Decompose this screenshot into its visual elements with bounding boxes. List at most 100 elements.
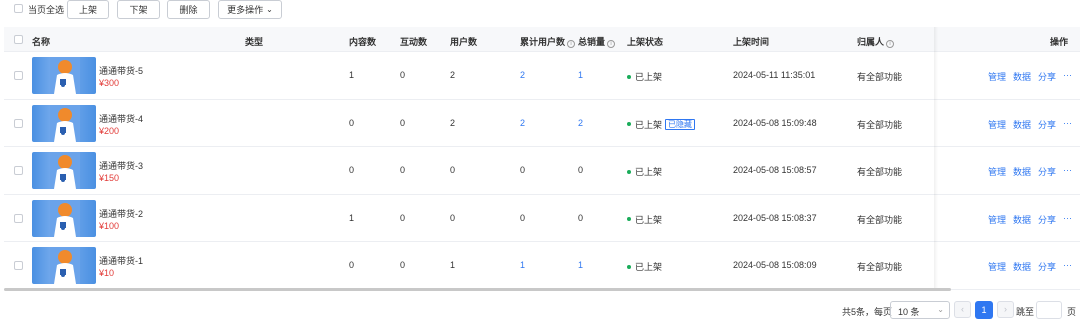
delist-button[interactable]: 下架 bbox=[117, 0, 160, 19]
table-body: 通通带货-5 ¥300 1 0 2 2 1 已上架 2024-05-11 11:35:01 有全部… bbox=[4, 52, 1080, 290]
info-icon[interactable]: i bbox=[607, 40, 616, 48]
page-number-current[interactable]: 1 bbox=[975, 301, 993, 319]
manage-link[interactable]: 管理 bbox=[988, 70, 1006, 83]
header-content-count: 内容数 bbox=[349, 37, 377, 47]
info-icon[interactable]: i bbox=[567, 40, 576, 48]
delete-button[interactable]: 删除 bbox=[167, 0, 210, 19]
row-actions: 管理 数据 分享 ··· bbox=[988, 165, 1072, 178]
share-link[interactable]: 分享 bbox=[1038, 70, 1056, 83]
header-total-sales-label: 总销量 bbox=[578, 37, 606, 47]
more-icon[interactable]: ··· bbox=[1063, 213, 1072, 226]
page-size-select[interactable]: 10 条 ⌄ bbox=[890, 301, 950, 319]
content-count: 0 bbox=[349, 260, 355, 270]
product-name[interactable]: 通通带货-1 bbox=[99, 254, 143, 267]
info-icon[interactable]: i bbox=[886, 40, 895, 48]
listing-status-label: 已上架 bbox=[635, 72, 663, 82]
share-link[interactable]: 分享 bbox=[1038, 213, 1056, 226]
more-icon[interactable]: ··· bbox=[1063, 118, 1072, 131]
cumulative-users[interactable]: 1 bbox=[520, 260, 525, 270]
listing-status: 已上架 bbox=[627, 70, 662, 83]
horizontal-scrollbar[interactable] bbox=[4, 288, 951, 291]
cumulative-users[interactable]: 2 bbox=[520, 118, 525, 128]
data-link[interactable]: 数据 bbox=[1013, 260, 1031, 273]
more-icon[interactable]: ··· bbox=[1063, 165, 1072, 178]
status-dot-icon bbox=[627, 217, 631, 221]
share-link[interactable]: 分享 bbox=[1038, 165, 1056, 178]
status-dot-icon bbox=[627, 264, 631, 269]
product-thumbnail bbox=[32, 247, 96, 284]
owner: 有全部功能 bbox=[857, 167, 903, 177]
manage-link[interactable]: 管理 bbox=[988, 260, 1006, 273]
more-icon[interactable]: ··· bbox=[1063, 260, 1072, 273]
more-actions-button[interactable]: 更多操作 ⌄ bbox=[218, 0, 282, 19]
select-all-checkbox[interactable] bbox=[14, 35, 23, 44]
goto-page-input[interactable] bbox=[1036, 301, 1062, 319]
product-name[interactable]: 通通带货-2 bbox=[99, 207, 143, 220]
user-count: 0 bbox=[450, 212, 456, 223]
interaction-count: 0 bbox=[400, 165, 406, 175]
data-link[interactable]: 数据 bbox=[1013, 213, 1031, 226]
pagination: 共5条，每页 10 条 ⌄ ‹ 1 › 跳至 页 bbox=[0, 300, 1080, 319]
product-thumbnail bbox=[32, 104, 96, 142]
user-count: 0 bbox=[450, 165, 456, 175]
row-actions: 管理 数据 分享 ··· bbox=[988, 70, 1072, 83]
product-name[interactable]: 通通带货-4 bbox=[99, 112, 143, 125]
status-dot-icon bbox=[627, 122, 631, 126]
total-sales[interactable]: 1 bbox=[578, 70, 583, 80]
content-count: 0 bbox=[349, 117, 355, 128]
total-sales[interactable]: 2 bbox=[578, 118, 583, 128]
listing-status: 已上架 bbox=[627, 165, 662, 178]
goto-label: 跳至 bbox=[1016, 307, 1035, 317]
fixed-column-shadow bbox=[934, 27, 938, 289]
total-sales[interactable]: 1 bbox=[578, 260, 583, 270]
more-icon[interactable]: ··· bbox=[1063, 70, 1072, 83]
share-link[interactable]: 分享 bbox=[1038, 118, 1056, 131]
header-listing-time: 上架时间 bbox=[733, 37, 770, 47]
cumulative-users[interactable]: 2 bbox=[520, 70, 525, 80]
select-page-all-checkbox[interactable] bbox=[14, 4, 23, 13]
product-name[interactable]: 通通带货-3 bbox=[99, 159, 143, 172]
manage-link[interactable]: 管理 bbox=[988, 118, 1006, 131]
product-price: ¥200 bbox=[99, 125, 120, 136]
row-actions: 管理 数据 分享 ··· bbox=[988, 260, 1072, 273]
share-link[interactable]: 分享 bbox=[1038, 260, 1056, 273]
owner: 有全部功能 bbox=[857, 214, 903, 225]
product-price: ¥300 bbox=[99, 78, 120, 88]
header-operations: 操作 bbox=[1050, 37, 1069, 47]
product-price: ¥10 bbox=[99, 268, 115, 278]
total-sales: 0 bbox=[578, 165, 584, 175]
interaction-count: 0 bbox=[400, 117, 406, 128]
total-sales: 0 bbox=[578, 212, 584, 223]
list-button[interactable]: 上架 bbox=[67, 0, 109, 19]
interaction-count: 0 bbox=[400, 70, 406, 80]
row-checkbox[interactable] bbox=[14, 213, 23, 223]
cumulative-users: 0 bbox=[520, 212, 526, 223]
content-count: 0 bbox=[349, 165, 355, 175]
product-name[interactable]: 通通带货-5 bbox=[99, 64, 143, 77]
row-checkbox[interactable] bbox=[14, 118, 23, 128]
chevron-down-icon: ⌄ bbox=[937, 305, 944, 314]
manage-link[interactable]: 管理 bbox=[988, 213, 1006, 226]
status-dot-icon bbox=[627, 74, 631, 79]
hidden-badge: 已隐藏 bbox=[665, 118, 696, 130]
product-price: ¥150 bbox=[99, 173, 120, 183]
product-price: ¥100 bbox=[99, 220, 120, 231]
data-link[interactable]: 数据 bbox=[1013, 70, 1031, 83]
row-checkbox[interactable] bbox=[14, 166, 23, 175]
owner: 有全部功能 bbox=[857, 119, 903, 130]
interaction-count: 0 bbox=[400, 212, 406, 223]
data-link[interactable]: 数据 bbox=[1013, 165, 1031, 178]
more-actions-label: 更多操作 bbox=[227, 5, 264, 15]
header-owner: 归属人 i bbox=[857, 35, 895, 48]
select-page-all-label[interactable]: 当页全选 bbox=[28, 3, 64, 16]
listing-status: 已上架 bbox=[627, 260, 662, 273]
header-user-count: 用户数 bbox=[450, 37, 478, 47]
row-checkbox[interactable] bbox=[14, 71, 23, 80]
chevron-down-icon: ⌄ bbox=[266, 5, 273, 14]
next-page-button[interactable]: › bbox=[997, 301, 1014, 318]
prev-page-button[interactable]: ‹ bbox=[954, 301, 971, 318]
data-link[interactable]: 数据 bbox=[1013, 118, 1031, 131]
manage-link[interactable]: 管理 bbox=[988, 165, 1006, 178]
row-checkbox[interactable] bbox=[14, 261, 23, 270]
header-cumulative-users-label: 累计用户数 bbox=[520, 37, 566, 47]
